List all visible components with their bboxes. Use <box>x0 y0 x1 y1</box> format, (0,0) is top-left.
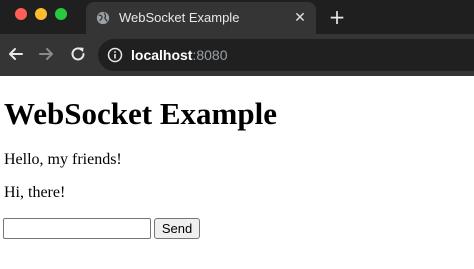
forward-arrow-icon[interactable] <box>36 44 56 64</box>
browser-toolbar: localhost:8080 <box>0 34 474 76</box>
plus-icon[interactable]: + <box>326 6 348 28</box>
tab-strip: WebSocket Example ✕ + <box>0 0 474 34</box>
url-text: localhost:8080 <box>131 47 228 63</box>
url-host: localhost <box>131 47 193 63</box>
page-content: WebSocket Example Hello, my friends! Hi,… <box>0 76 474 269</box>
tab-title: WebSocket Example <box>119 10 240 25</box>
window-minimize-button[interactable] <box>35 8 47 20</box>
close-icon[interactable]: ✕ <box>292 10 308 26</box>
url-port: :8080 <box>192 47 228 63</box>
window-zoom-button[interactable] <box>55 8 67 20</box>
reload-icon[interactable] <box>68 44 88 64</box>
message-item: Hello, my friends! <box>4 151 122 168</box>
info-icon[interactable] <box>107 47 123 63</box>
globe-icon <box>96 11 110 25</box>
send-button[interactable]: Send <box>154 218 200 239</box>
browser-window: WebSocket Example ✕ + localhost:8080 Web… <box>0 0 474 269</box>
back-arrow-icon[interactable] <box>6 44 26 64</box>
message-item: Hi, there! <box>4 184 66 201</box>
tab-websocket-example[interactable]: WebSocket Example ✕ <box>86 2 316 34</box>
window-close-button[interactable] <box>15 8 27 20</box>
message-input[interactable] <box>3 218 151 239</box>
page-title: WebSocket Example <box>4 96 277 131</box>
address-bar[interactable]: localhost:8080 <box>98 39 474 71</box>
